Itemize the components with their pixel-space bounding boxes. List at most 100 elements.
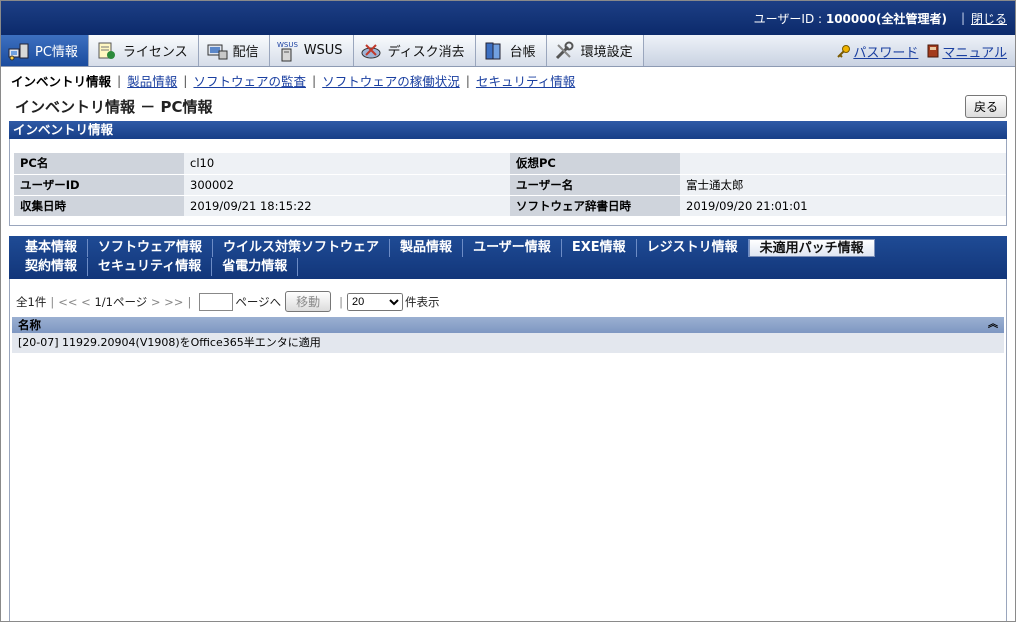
tab-exe-info[interactable]: EXE情報 [562,239,637,257]
main-nav: PC情報 ライセンス 配信 WSUS WSUS ディスク消去 台帳 環境設定 パ… [1,35,1015,67]
nav-tab-label: 台帳 [509,45,536,60]
user-id-label: ユーザーID [14,174,184,196]
dictionary-date-value: 2019/09/20 21:01:01 [680,195,1006,217]
separator: | [50,294,55,309]
user-name-label: ユーザー名 [510,174,680,196]
subnav-security-info[interactable]: セキュリティ情報 [476,71,575,90]
separator: | [339,294,343,309]
tab-contract-info[interactable]: 契約情報 [15,258,89,276]
move-button[interactable]: 移動 [285,291,332,312]
nav-tab-label: ディスク消去 [387,45,465,60]
nav-tab-pc-info[interactable]: PC情報 [1,35,89,66]
patch-list-panel: 全1件 | << < 1/1ページ > >> | ページへ 移動 | 20 件表… [9,278,1007,621]
separator: | [183,72,188,88]
back-button[interactable]: 戻る [964,94,1007,118]
separator: | [465,72,470,88]
book-icon [927,44,939,58]
per-page-label: 件表示 [405,294,440,309]
subnav-inventory[interactable]: インベントリ情報 [11,71,111,90]
nav-tab-label: ライセンス [122,45,188,60]
nav-tab-label: 環境設定 [580,45,633,60]
nav-tab-wsus[interactable]: WSUS WSUS [269,35,354,66]
user-id-value: 300002 [184,174,510,196]
inventory-section-header: インベントリ情報 [9,121,1007,139]
page-info: 1/1ページ [94,294,148,309]
dictionary-date-label: ソフトウェア辞書日時 [510,195,680,217]
wsus-icon: WSUS [276,40,300,62]
tab-antivirus[interactable]: ウイルス対策ソフトウェア [213,239,391,257]
inventory-table: PC名 cl10 仮想PC ユーザーID 300002 ユーザー名 富士通太郎 … [14,153,1006,217]
page-title: インベントリ情報 － PC情報 [15,97,213,116]
virtual-pc-value [680,153,1006,175]
goto-label: ページへ [235,294,282,309]
ledger-icon [482,40,506,62]
inventory-box: PC名 cl10 仮想PC ユーザーID 300002 ユーザー名 富士通太郎 … [9,139,1007,226]
sub-nav: インベントリ情報 | 製品情報 | ソフトウェアの監査 | ソフトウェアの稼働状… [1,67,1015,93]
password-link[interactable]: パスワード [837,42,918,61]
pc-name-value: cl10 [184,153,510,175]
user-id-label: ユーザーID : [753,11,826,26]
nav-tab-label: WSUS [303,43,343,58]
nav-tab-license[interactable]: ライセンス [88,35,199,66]
disk-erase-icon [360,40,384,62]
nav-tab-label: PC情報 [35,45,78,60]
svg-text:WSUS: WSUS [277,41,298,49]
last-page-button[interactable]: >> [164,295,183,309]
separator: | [187,294,192,309]
table-row: 収集日時 2019/09/21 18:15:22 ソフトウェア辞書日時 2019… [14,195,1006,217]
detail-tabs: 基本情報 ソフトウェア情報 ウイルス対策ソフトウェア 製品情報 ユーザー情報 E… [9,235,1007,279]
close-link[interactable]: 閉じる [971,10,1007,27]
subnav-software-audit[interactable]: ソフトウェアの監査 [193,71,306,90]
per-page-select[interactable]: 20 [347,292,403,311]
next-page-button[interactable]: > [151,295,161,309]
tab-row-1: 基本情報 ソフトウェア情報 ウイルス対策ソフトウェア 製品情報 ユーザー情報 E… [15,239,1001,258]
page-number-input[interactable] [199,292,234,311]
nav-right-links: パスワード マニュアル [837,35,1007,67]
virtual-pc-label: 仮想PC [510,153,680,175]
user-info: ユーザーID : 100000(全社管理者) [754,10,947,27]
nav-tab-delivery[interactable]: 配信 [198,35,270,66]
key-icon [837,45,851,58]
tab-product-info[interactable]: 製品情報 [390,239,464,257]
separator: | [117,72,122,88]
table-row: PC名 cl10 仮想PC [14,153,1006,175]
manual-link[interactable]: マニュアル [926,42,1007,61]
delivery-icon [205,40,229,62]
user-id-value: 100000(全社管理者) [825,11,947,26]
license-icon [95,40,119,62]
app-window: ユーザーID : 100000(全社管理者) | 閉じる PC情報 ライセンス … [0,0,1016,622]
subnav-software-usage[interactable]: ソフトウェアの稼働状況 [322,71,460,90]
separator: | [311,72,317,88]
settings-icon [553,40,577,62]
list-header: 名称 ︽ [12,316,1004,333]
separator: | [960,11,965,25]
tab-row-2: 契約情報 セキュリティ情報 省電力情報 [15,258,1001,277]
tab-user-info[interactable]: ユーザー情報 [463,239,562,257]
sort-icon[interactable]: ︽ [988,317,1004,333]
pc-icon [7,40,31,62]
tab-security-info[interactable]: セキュリティ情報 [88,258,213,276]
pager: 全1件 | << < 1/1ページ > >> | ページへ 移動 | 20 件表… [10,279,1006,312]
table-row: ユーザーID 300002 ユーザー名 富士通太郎 [14,174,1006,196]
tab-power-saving-info[interactable]: 省電力情報 [212,258,299,276]
tab-unapplied-patches[interactable]: 未適用パッチ情報 [748,239,875,257]
collected-at-label: 収集日時 [14,195,184,217]
nav-tab-ledger[interactable]: 台帳 [475,35,547,66]
subnav-product-info[interactable]: 製品情報 [127,71,177,90]
total-count: 全1件 [16,294,47,309]
pc-name-label: PC名 [14,153,184,175]
prev-page-button[interactable]: < [81,295,91,309]
tab-basic-info[interactable]: 基本情報 [15,239,89,257]
column-header-name[interactable]: 名称 [18,317,41,333]
tab-software-info[interactable]: ソフトウェア情報 [88,239,214,257]
password-label: パスワード [853,45,919,61]
first-page-button[interactable]: << [58,295,77,309]
title-row: インベントリ情報 － PC情報 戻る [1,93,1015,119]
collected-at-value: 2019/09/21 18:15:22 [184,195,510,217]
list-item[interactable]: [20-07] 11929.20904(V1908)をOffice365半エンタ… [12,332,1004,353]
tab-registry-info[interactable]: レジストリ情報 [637,239,749,257]
nav-tab-settings[interactable]: 環境設定 [546,35,644,66]
nav-tab-disk-erase[interactable]: ディスク消去 [353,35,476,66]
nav-tab-label: 配信 [232,45,259,60]
user-name-value: 富士通太郎 [680,174,1006,196]
